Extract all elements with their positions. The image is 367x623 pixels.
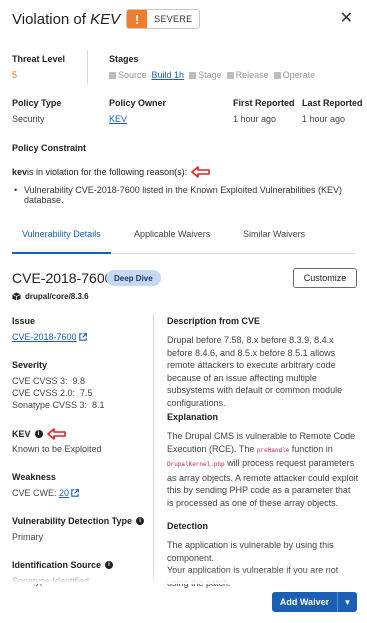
package-coordinates: drupal/core/8.3.6: [12, 292, 89, 301]
severity-badge: ! SEVERE: [126, 9, 201, 29]
cvss3-score: CVE CVSS 3: 9.8: [12, 376, 86, 386]
detection-type-label: Vulnerability Detection Type: [12, 516, 133, 526]
explanation-text: The Drupal CMS is vulnerable to Remote C…: [167, 431, 359, 508]
arrow-left-icon: [46, 428, 66, 440]
panel-header: Violation of KEV ! SEVERE ✕: [12, 8, 355, 30]
stage-build[interactable]: Build 1h: [152, 70, 185, 80]
component-name: kev: [12, 167, 28, 177]
stage-stage: Stage: [189, 70, 222, 80]
reason-item: Vulnerability CVE-2018-7600 listed in th…: [14, 185, 367, 205]
severity-heading: Severity: [12, 360, 48, 370]
detection-text: The application is vulnerable by using t…: [167, 540, 334, 563]
deep-dive-badge[interactable]: Deep Dive: [106, 270, 161, 286]
divider: [87, 50, 88, 84]
description-text: Drupal before 7.58, 8.x before 8.3.9, 8.…: [167, 335, 343, 408]
add-waiver-button[interactable]: Add Waiver: [272, 592, 337, 612]
code-prehandle: preHandle: [256, 446, 290, 454]
scroll-fade: [0, 570, 367, 584]
stage-release: Release: [226, 70, 269, 80]
stages-list: Source Build 1h Stage Release Operate: [109, 70, 320, 80]
kev-heading-row: KEV i: [12, 428, 67, 440]
detection-type-heading-row: Vulnerability Detection Type i: [12, 516, 145, 526]
id-source-heading-row: Identification Source i: [12, 560, 114, 570]
reason-row: kev is in violation for the following re…: [12, 166, 211, 178]
last-reported-label: Last Reported: [302, 98, 363, 108]
add-waiver-split-button: Add Waiver ▼: [272, 592, 357, 612]
info-icon[interactable]: i: [105, 561, 114, 569]
customize-button[interactable]: Customize: [293, 268, 357, 288]
info-icon[interactable]: i: [136, 517, 145, 525]
alert-icon: !: [127, 10, 148, 28]
kev-label: KEV: [12, 429, 31, 439]
policy-type-label: Policy Type: [12, 98, 62, 108]
last-reported-value: 1 hour ago: [302, 114, 346, 124]
detection-heading: Detection: [167, 521, 209, 531]
tab-bar: Vulnerability Details Applicable Waivers…: [12, 228, 355, 254]
weakness-heading: Weakness: [12, 472, 56, 482]
info-icon[interactable]: i: [34, 430, 43, 438]
threat-level-label: Threat Level: [12, 54, 66, 64]
policy-constraint-heading: Policy Constraint: [12, 143, 87, 153]
arrow-left-icon: [191, 166, 210, 178]
column-divider: [153, 314, 154, 584]
close-icon[interactable]: ✕: [340, 9, 353, 29]
external-link-icon[interactable]: [71, 489, 79, 497]
tab-vulnerability-details[interactable]: Vulnerability Details: [12, 228, 111, 254]
explanation-heading: Explanation: [167, 412, 219, 422]
detection-type-value: Primary: [12, 532, 43, 542]
tab-similar-waivers[interactable]: Similar Waivers: [243, 228, 305, 254]
policy-owner-label: Policy Owner: [109, 98, 167, 108]
issue-link[interactable]: CVE-2018-7600: [12, 332, 77, 342]
package-icon: [12, 292, 21, 301]
id-source-label: Identification Source: [12, 560, 102, 570]
chevron-down-icon[interactable]: ▼: [337, 592, 357, 612]
first-reported-label: First Reported: [233, 98, 295, 108]
description-heading: Description from CVE: [167, 316, 261, 326]
stage-operate: Operate: [273, 70, 315, 80]
cve-title: CVE-2018-7600: [12, 270, 113, 286]
policy-type-value: Security: [12, 114, 45, 124]
first-reported-value: 1 hour ago: [233, 114, 277, 124]
cvss2-score: CVE CVSS 2.0: 7.5: [12, 388, 93, 398]
stages-label: Stages: [109, 54, 139, 64]
cwe-link[interactable]: 20: [59, 488, 69, 498]
cwe-row: CVE CWE: 20: [12, 488, 79, 498]
severity-label: SEVERE: [154, 14, 193, 24]
stage-source: Source: [109, 70, 147, 80]
tab-applicable-waivers[interactable]: Applicable Waivers: [134, 228, 210, 254]
package-name: drupal/core/8.3.6: [25, 292, 89, 301]
issue-label: Issue: [12, 316, 36, 326]
sonatype-cvss3-score: Sonatype CVSS 3: 8.1: [12, 400, 105, 410]
code-drupalkernel: DrupalKernel.php: [167, 461, 225, 468]
violation-panel: Violation of KEV ! SEVERE ✕ Threat Level…: [0, 0, 367, 623]
panel-title: Violation of KEV: [12, 10, 121, 28]
threat-level-value: 5: [12, 70, 18, 80]
reason-text: is in violation for the following reason…: [27, 167, 188, 177]
issue-link-row: CVE-2018-7600: [12, 332, 87, 342]
kev-value: Known to be Exploited: [12, 444, 102, 454]
cwe-prefix: CVE CWE:: [12, 488, 60, 498]
external-link-icon[interactable]: [78, 333, 87, 341]
policy-owner-link[interactable]: KEV: [109, 114, 127, 124]
